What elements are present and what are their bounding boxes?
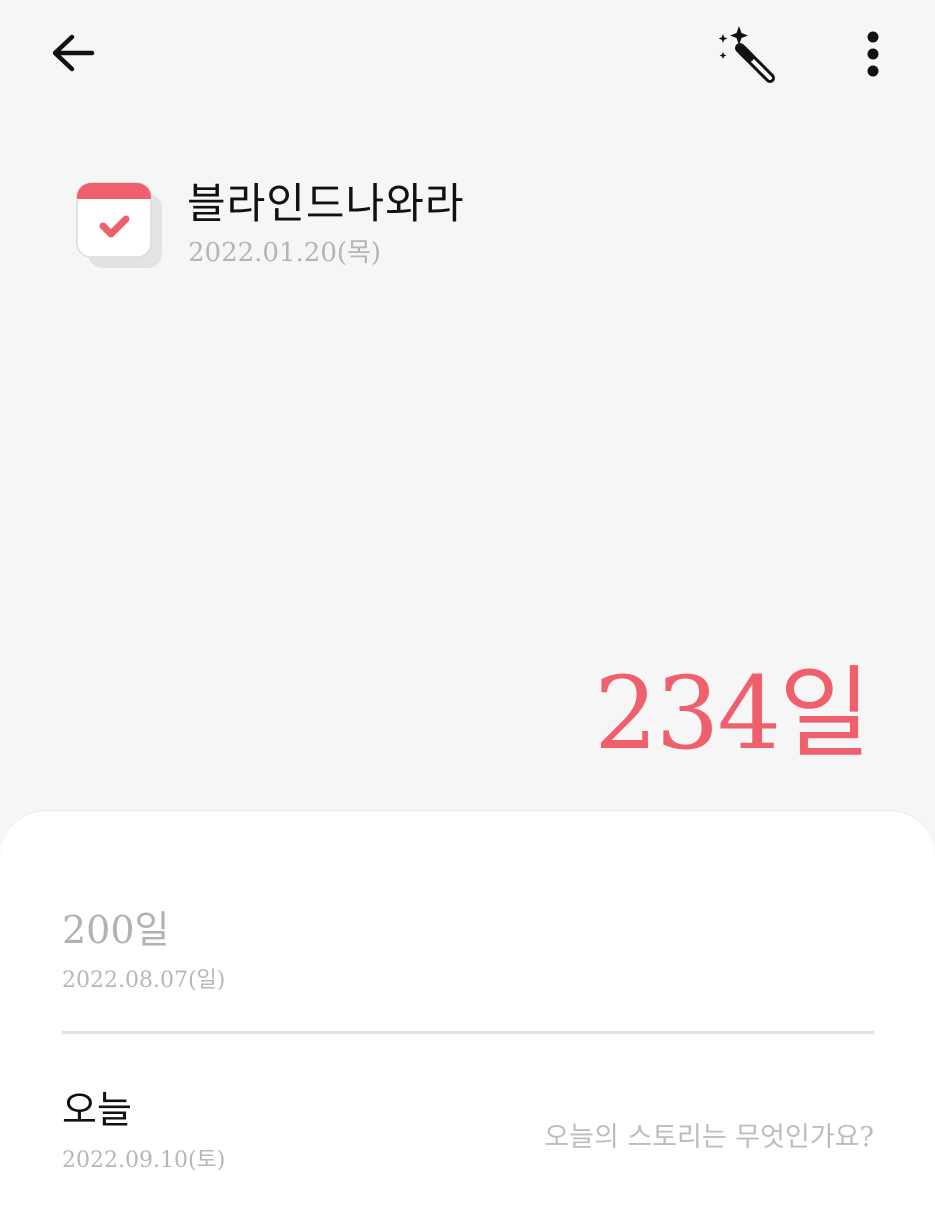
event-header: 블라인드나와라 2022.01.20(목) bbox=[76, 172, 776, 282]
arrow-left-icon bbox=[52, 34, 95, 72]
back-button[interactable] bbox=[38, 20, 108, 86]
divider bbox=[62, 1031, 874, 1034]
milestone-sheet: 200일 2022.08.07(일) 오늘 2022.09.10(토) 오늘의 … bbox=[0, 810, 935, 1231]
more-vertical-icon bbox=[867, 31, 879, 77]
event-start-date: 2022.01.20(목) bbox=[188, 238, 382, 268]
top-app-bar bbox=[0, 0, 935, 110]
milestone-item[interactable]: 200일 2022.08.07(일) bbox=[62, 899, 874, 994]
more-options-button[interactable] bbox=[845, 18, 901, 90]
event-title: 블라인드나와라 bbox=[187, 179, 465, 228]
milestone-item-today[interactable]: 오늘 2022.09.10(토) 오늘의 스토리는 무엇인가요? bbox=[62, 1079, 874, 1174]
milestone-label: 200일 bbox=[62, 908, 170, 952]
story-prompt-link[interactable]: 오늘의 스토리는 무엇인가요? bbox=[544, 1115, 874, 1154]
magic-wand-icon bbox=[718, 26, 775, 83]
dday-counter: 234일 bbox=[594, 655, 871, 772]
calendar-check-icon bbox=[76, 180, 166, 270]
magic-wand-button[interactable] bbox=[708, 18, 788, 90]
milestone-date: 2022.08.07(일) bbox=[62, 968, 226, 993]
